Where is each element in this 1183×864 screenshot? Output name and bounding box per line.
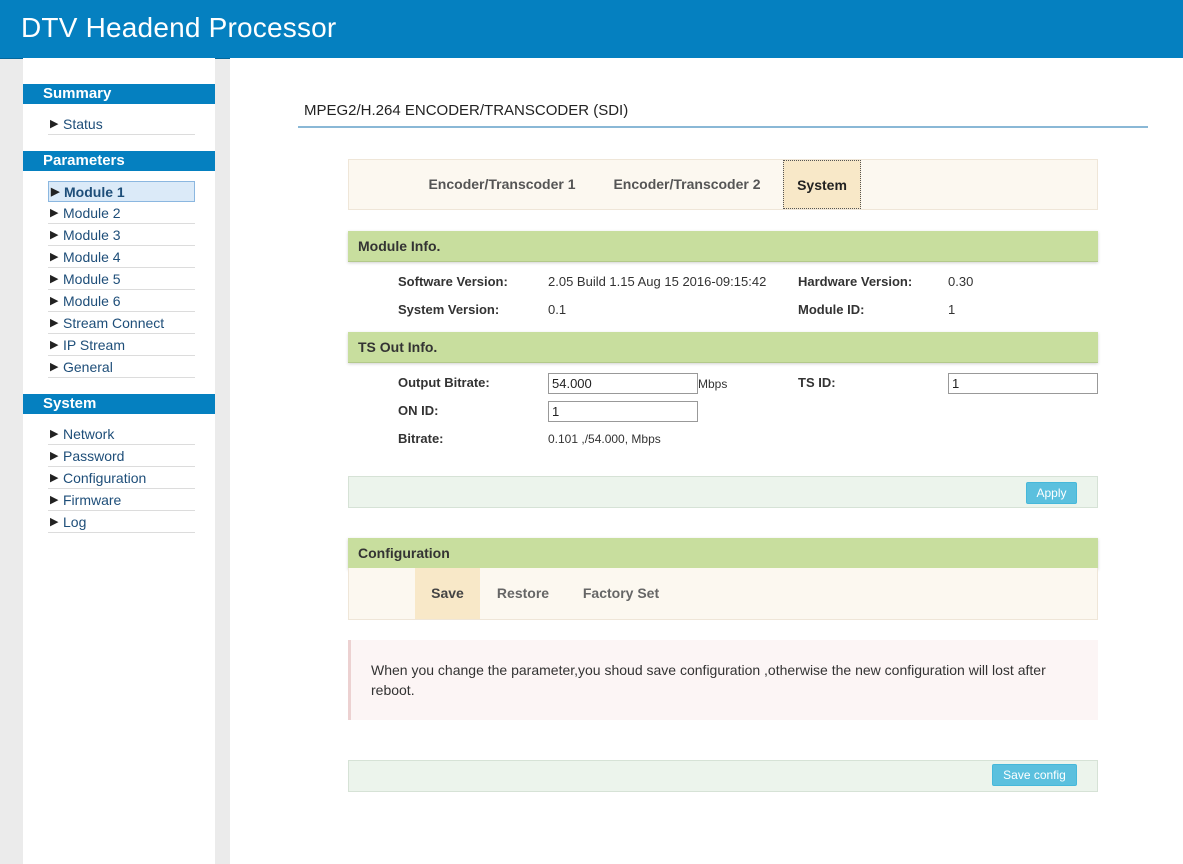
software-version-label: Software Version: — [398, 274, 508, 289]
software-version-value: 2.05 Build 1.15 Aug 15 2016-09:15:42 — [548, 274, 767, 289]
app-title: DTV Headend Processor — [21, 12, 337, 43]
tab-system[interactable]: System — [783, 160, 861, 209]
module-info-heading: Module Info. — [348, 231, 1098, 262]
ts-id-input[interactable] — [948, 373, 1098, 394]
config-tab-save[interactable]: Save — [415, 568, 480, 619]
triangle-right-icon: ▶ — [50, 339, 59, 351]
tab-encoder-transcoder-2[interactable]: Encoder/Transcoder 2 — [604, 160, 770, 209]
sidebar-item-module-5[interactable]: ▶ Module 5 — [48, 269, 195, 290]
configuration-tab-bar: Save Restore Factory Set — [348, 568, 1098, 620]
sidebar-item-module-3[interactable]: ▶ Module 3 — [48, 225, 195, 246]
sidebar-item-password[interactable]: ▶ Password — [48, 446, 195, 467]
triangle-right-icon: ▶ — [50, 361, 59, 373]
module-id-value: 1 — [948, 302, 956, 317]
hardware-version-value: 0.30 — [948, 274, 974, 289]
on-id-input[interactable] — [548, 401, 698, 422]
triangle-right-icon: ▶ — [50, 450, 59, 462]
sidebar-item-module-4[interactable]: ▶ Module 4 — [48, 247, 195, 268]
apply-bar: Apply — [348, 476, 1098, 508]
triangle-right-icon: ▶ — [50, 251, 59, 263]
ts-out-info-heading: TS Out Info. — [348, 332, 1098, 363]
sidebar-item-configuration[interactable]: ▶ Configuration — [48, 468, 195, 489]
output-bitrate-unit: Mbps — [698, 377, 728, 391]
triangle-right-icon: ▶ — [50, 273, 59, 285]
sidebar-item-network[interactable]: ▶ Network — [48, 424, 195, 445]
triangle-right-icon: ▶ — [50, 317, 59, 329]
sidebar-item-ip-stream[interactable]: ▶ IP Stream — [48, 335, 195, 356]
sidebar-item-status[interactable]: ▶ Status — [48, 114, 195, 135]
bitrate-label: Bitrate: — [398, 431, 444, 446]
sidebar: Summary ▶ Status Parameters ▶ Module 1 ▶… — [23, 58, 215, 864]
system-version-label: System Version: — [398, 302, 500, 317]
sidebar-item-general[interactable]: ▶ General — [48, 357, 195, 378]
module-id-label: Module ID: — [798, 302, 865, 317]
triangle-right-icon: ▶ — [50, 494, 59, 506]
system-version-value: 0.1 — [548, 302, 567, 317]
main-content: MPEG2/H.264 ENCODER/TRANSCODER (SDI) Enc… — [230, 58, 1183, 864]
config-tab-restore[interactable]: Restore — [489, 568, 557, 619]
triangle-right-icon: ▶ — [50, 295, 59, 307]
triangle-right-icon: ▶ — [50, 472, 59, 484]
triangle-right-icon: ▶ — [50, 516, 59, 528]
on-id-label: ON ID: — [398, 403, 439, 418]
sidebar-item-stream-connect[interactable]: ▶ Stream Connect — [48, 313, 195, 334]
output-bitrate-label: Output Bitrate: — [398, 375, 490, 390]
ts-id-label: TS ID: — [798, 375, 836, 390]
triangle-right-icon: ▶ — [50, 207, 59, 219]
triangle-right-icon: ▶ — [50, 229, 59, 241]
tab-encoder-transcoder-1[interactable]: Encoder/Transcoder 1 — [419, 160, 585, 209]
sidebar-item-module-2[interactable]: ▶ Module 2 — [48, 203, 195, 224]
sidebar-heading-summary: Summary — [23, 84, 215, 104]
bitrate-value: 0.101 ,/54.000, Mbps — [548, 432, 661, 446]
configuration-heading: Configuration — [348, 538, 1098, 569]
sidebar-heading-system: System — [23, 394, 215, 414]
sidebar-item-module-6[interactable]: ▶ Module 6 — [48, 291, 195, 312]
tab-bar: Encoder/Transcoder 1 Encoder/Transcoder … — [348, 159, 1098, 210]
sidebar-item-module-1[interactable]: ▶ Module 1 — [48, 181, 195, 202]
sidebar-item-firmware[interactable]: ▶ Firmware — [48, 490, 195, 511]
apply-button[interactable]: Apply — [1026, 482, 1077, 504]
hardware-version-label: Hardware Version: — [798, 274, 913, 289]
page-title: MPEG2/H.264 ENCODER/TRANSCODER (SDI) — [304, 102, 629, 119]
triangle-right-icon: ▶ — [51, 186, 60, 198]
sidebar-heading-parameters: Parameters — [23, 151, 215, 171]
save-config-button[interactable]: Save config — [992, 764, 1077, 786]
triangle-right-icon: ▶ — [50, 118, 59, 130]
title-divider — [298, 126, 1148, 128]
sidebar-item-log[interactable]: ▶ Log — [48, 512, 195, 533]
triangle-right-icon: ▶ — [50, 428, 59, 440]
config-tab-factory-set[interactable]: Factory Set — [571, 568, 671, 619]
save-notice: When you change the parameter,you shoud … — [348, 640, 1098, 720]
save-config-bar: Save config — [348, 760, 1098, 792]
output-bitrate-input[interactable] — [548, 373, 698, 394]
app-header: DTV Headend Processor — [0, 0, 1183, 59]
